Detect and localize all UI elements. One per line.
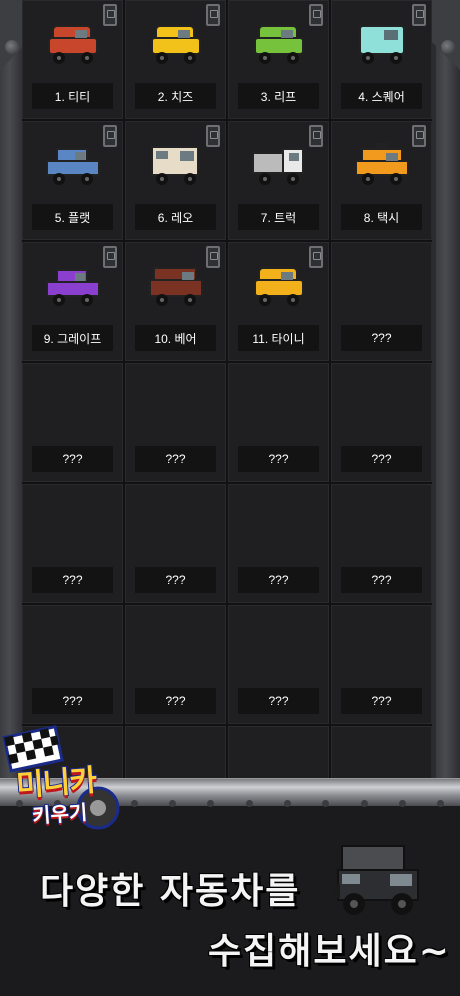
car-name-label: ???: [341, 688, 422, 714]
lock-icon: [206, 246, 220, 268]
car-icon: [148, 267, 203, 306]
empty-car-slot[interactable]: ???: [125, 484, 226, 603]
car-name-label: ???: [135, 567, 216, 593]
empty-car-slot[interactable]: ???: [125, 605, 226, 724]
car-slot[interactable]: 4. 스퀘어: [331, 0, 432, 119]
car-name-label: ???: [32, 446, 113, 472]
car-name-label: 2. 치즈: [135, 83, 216, 109]
empty-car-slot[interactable]: ???: [331, 484, 432, 603]
car-name-label: ???: [238, 446, 319, 472]
empty-car-slot[interactable]: ???: [125, 363, 226, 482]
lock-icon: [206, 4, 220, 26]
empty-car-slot[interactable]: ???: [331, 605, 432, 724]
car-icon: [358, 25, 405, 64]
empty-car-slot[interactable]: ???: [228, 605, 329, 724]
empty-car-slot[interactable]: ???: [331, 363, 432, 482]
car-name-label: ???: [135, 688, 216, 714]
lock-icon: [206, 125, 220, 147]
empty-car-slot[interactable]: ???: [22, 605, 123, 724]
car-icon: [150, 25, 201, 64]
car-name-label: 10. 베어: [135, 325, 216, 351]
game-screen: 1. 티티 2. 치즈 3. 리프 4. 스퀘어 5. 플랫 6. 레오 7. …: [0, 0, 460, 996]
lock-icon: [103, 246, 117, 268]
car-icon: [253, 25, 304, 64]
slogan-line-1: 다양한 자동차를: [40, 871, 301, 912]
car-slot[interactable]: 10. 베어: [125, 242, 226, 361]
car-name-label: ???: [341, 567, 422, 593]
car-name-label: ???: [32, 567, 113, 593]
car-slot[interactable]: 11. 타이니: [228, 242, 329, 361]
empty-car-slot[interactable]: ???: [228, 484, 329, 603]
lock-icon: [103, 4, 117, 26]
car-icon: [150, 146, 199, 185]
left-metal-rail: [0, 0, 24, 780]
game-logo: 미니카 키우기: [2, 722, 132, 844]
car-name-label: ???: [341, 325, 422, 351]
car-icon: [47, 25, 98, 64]
bolt-icon: [441, 40, 455, 54]
car-name-label: 7. 트럭: [238, 204, 319, 230]
car-name-label: 6. 레오: [135, 204, 216, 230]
lock-icon: [412, 125, 426, 147]
car-icon: [45, 269, 100, 306]
empty-car-slot[interactable]: ???: [331, 242, 432, 361]
car-slot[interactable]: 7. 트럭: [228, 121, 329, 240]
car-icon: [251, 148, 304, 185]
car-collection-grid: 1. 티티 2. 치즈 3. 리프 4. 스퀘어 5. 플랫 6. 레오 7. …: [22, 0, 432, 845]
car-slot[interactable]: 8. 택시: [331, 121, 432, 240]
bolt-icon: [5, 40, 19, 54]
lock-icon: [309, 125, 323, 147]
slogan-line-2: 수집해보세요~: [208, 931, 451, 972]
car-slot[interactable]: 6. 레오: [125, 121, 226, 240]
car-name-label: 9. 그레이프: [32, 325, 113, 351]
right-metal-rail: [436, 0, 460, 780]
empty-car-slot[interactable]: ???: [228, 363, 329, 482]
car-name-label: 11. 타이니: [238, 325, 319, 351]
car-slot[interactable]: 3. 리프: [228, 0, 329, 119]
lock-icon: [412, 4, 426, 26]
car-name-label: ???: [238, 688, 319, 714]
lock-icon: [309, 4, 323, 26]
car-name-label: ???: [32, 688, 113, 714]
car-slot[interactable]: 9. 그레이프: [22, 242, 123, 361]
jeep-car-icon: [332, 845, 419, 915]
empty-car-slot[interactable]: ???: [22, 484, 123, 603]
car-name-label: 8. 택시: [341, 204, 422, 230]
car-slot[interactable]: 1. 티티: [22, 0, 123, 119]
empty-car-slot[interactable]: ???: [22, 363, 123, 482]
car-name-label: 3. 리프: [238, 83, 319, 109]
car-name-label: ???: [238, 567, 319, 593]
car-slot[interactable]: 5. 플랫: [22, 121, 123, 240]
car-name-label: 4. 스퀘어: [341, 83, 422, 109]
car-name-label: 1. 티티: [32, 83, 113, 109]
car-icon: [354, 143, 409, 185]
logo-subtitle: 키우기: [30, 799, 89, 829]
car-icon: [253, 267, 304, 306]
car-name-label: ???: [135, 446, 216, 472]
car-name-label: ???: [341, 446, 422, 472]
lock-icon: [103, 125, 117, 147]
car-slot[interactable]: 2. 치즈: [125, 0, 226, 119]
car-icon: [45, 148, 100, 185]
lock-icon: [309, 246, 323, 268]
car-name-label: 5. 플랫: [32, 204, 113, 230]
